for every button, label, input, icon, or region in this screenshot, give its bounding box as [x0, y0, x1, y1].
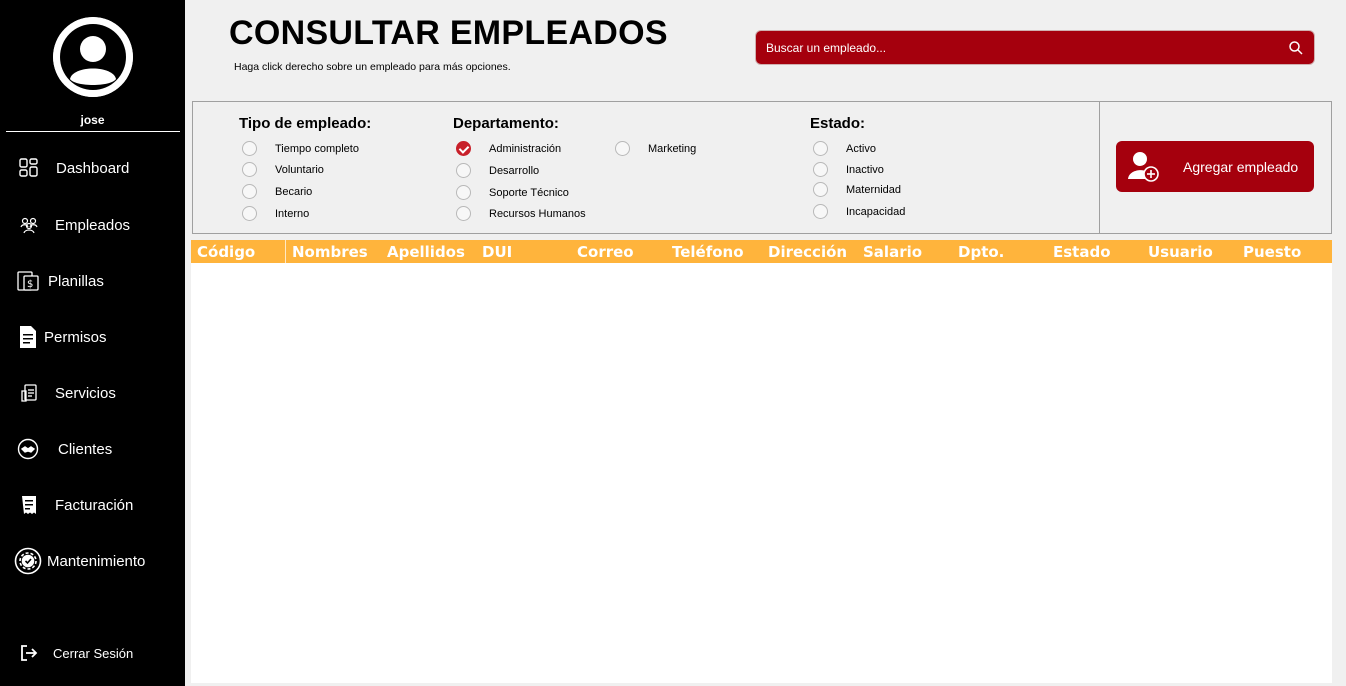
- radio-label: Inactivo: [846, 163, 884, 176]
- radio-label: Activo: [846, 142, 876, 155]
- column-header-direccion[interactable]: Dirección: [768, 243, 847, 261]
- radio-circle: [456, 163, 471, 178]
- add-user-icon: [1126, 149, 1160, 183]
- radio-circle: [813, 162, 828, 177]
- column-header-estado[interactable]: Estado: [1053, 243, 1111, 261]
- sidebar: jose Dashboard Empleados $ Planillas Per…: [0, 0, 185, 686]
- column-header-nombres[interactable]: Nombres: [292, 243, 368, 261]
- clipboard-icon: [18, 382, 40, 404]
- radio-estado-activo[interactable]: Activo: [813, 141, 876, 156]
- column-header-correo[interactable]: Correo: [577, 243, 634, 261]
- radio-label: Desarrollo: [489, 164, 540, 177]
- radio-circle: [813, 182, 828, 197]
- page-title: CONSULTAR EMPLEADOS: [229, 14, 668, 52]
- sidebar-item-facturacion[interactable]: Facturación: [0, 485, 185, 525]
- sidebar-item-permisos[interactable]: Permisos: [0, 317, 185, 357]
- payroll-icon: $: [17, 270, 39, 292]
- document-icon: [17, 326, 39, 348]
- radio-dept-soporte-tecnico[interactable]: Soporte Técnico: [456, 185, 569, 200]
- filter-title-departamento: Departamento:: [453, 115, 559, 132]
- column-header-dpto[interactable]: Dpto.: [958, 243, 1004, 261]
- sidebar-item-clientes[interactable]: Clientes: [0, 429, 185, 469]
- radio-label: Soporte Técnico: [489, 186, 569, 199]
- radio-circle: [615, 141, 630, 156]
- column-header-apellidos[interactable]: Apellidos: [387, 243, 465, 261]
- people-group-icon: [18, 214, 40, 236]
- search-input[interactable]: [766, 39, 1276, 57]
- radio-label: Incapacidad: [846, 205, 906, 218]
- logout-icon: [18, 642, 40, 664]
- radio-label: Interno: [275, 207, 310, 220]
- page-subtitle: Haga click derecho sobre un empleado par…: [234, 61, 511, 73]
- sidebar-item-label: Facturación: [55, 496, 134, 514]
- sidebar-item-dashboard[interactable]: Dashboard: [0, 148, 185, 188]
- search-icon[interactable]: [1288, 40, 1304, 56]
- sidebar-item-label: Mantenimiento: [47, 552, 146, 570]
- radio-circle: [456, 206, 471, 221]
- search-box: [755, 30, 1315, 65]
- sidebar-item-label: Dashboard: [56, 159, 130, 177]
- radio-circle: [242, 184, 257, 199]
- employees-table[interactable]: Código Nombres Apellidos DUI Correo Telé…: [191, 240, 1332, 683]
- sidebar-item-label: Permisos: [44, 328, 107, 346]
- radio-circle: [456, 185, 471, 200]
- column-header-codigo[interactable]: Código: [197, 243, 255, 261]
- radio-label: Voluntario: [275, 163, 324, 176]
- radio-dept-recursos-humanos[interactable]: Recursos Humanos: [456, 206, 586, 221]
- sidebar-item-empleados[interactable]: Empleados: [0, 205, 185, 245]
- logout-label: Cerrar Sesión: [53, 645, 134, 661]
- gear-check-icon: [14, 547, 42, 575]
- radio-label: Administración: [489, 142, 562, 155]
- invoice-icon: [18, 494, 40, 516]
- radio-label: Tiempo completo: [275, 142, 359, 155]
- add-employee-button[interactable]: Agregar empleado: [1116, 141, 1314, 192]
- username: jose: [80, 113, 105, 127]
- dashboard-grid-icon: [18, 157, 40, 179]
- radio-estado-incapacidad[interactable]: Incapacidad: [813, 204, 905, 219]
- radio-circle: [813, 141, 828, 156]
- sidebar-divider: [6, 131, 180, 132]
- radio-label: Marketing: [648, 142, 697, 155]
- column-separator: [285, 240, 286, 263]
- radio-estado-maternidad[interactable]: Maternidad: [813, 182, 901, 197]
- sidebar-item-label: Servicios: [55, 384, 116, 402]
- filter-panel: Tipo de empleado: Tiempo completo Volunt…: [192, 101, 1100, 234]
- radio-dept-marketing[interactable]: Marketing: [615, 141, 696, 156]
- radio-dept-desarrollo[interactable]: Desarrollo: [456, 163, 539, 178]
- radio-label: Becario: [275, 185, 313, 198]
- sidebar-item-label: Clientes: [58, 440, 113, 458]
- svg-text:$: $: [27, 279, 33, 290]
- sidebar-item-label: Planillas: [48, 272, 104, 290]
- radio-checked-icon: [456, 141, 471, 156]
- filter-title-tipo: Tipo de empleado:: [239, 115, 372, 132]
- radio-estado-inactivo[interactable]: Inactivo: [813, 162, 884, 177]
- radio-circle: [242, 162, 257, 177]
- column-header-usuario[interactable]: Usuario: [1148, 243, 1213, 261]
- sidebar-item-label: Empleados: [55, 216, 131, 234]
- column-header-telefono[interactable]: Teléfono: [672, 243, 744, 261]
- handshake-icon: [17, 438, 39, 460]
- sidebar-item-mantenimiento[interactable]: Mantenimiento: [0, 541, 185, 581]
- radio-circle: [242, 206, 257, 221]
- sidebar-item-planillas[interactable]: $ Planillas: [0, 261, 185, 301]
- column-header-dui[interactable]: DUI: [482, 243, 512, 261]
- column-header-salario[interactable]: Salario: [863, 243, 922, 261]
- column-header-puesto[interactable]: Puesto: [1243, 243, 1301, 261]
- radio-label: Maternidad: [846, 183, 902, 196]
- radio-dept-administracion[interactable]: Administración: [456, 141, 561, 156]
- radio-tipo-interno[interactable]: Interno: [242, 206, 309, 221]
- sidebar-item-servicios[interactable]: Servicios: [0, 373, 185, 413]
- radio-tipo-tiempo-completo[interactable]: Tiempo completo: [242, 141, 359, 156]
- logout-button[interactable]: Cerrar Sesión: [0, 633, 185, 673]
- table-header: Código Nombres Apellidos DUI Correo Telé…: [191, 240, 1332, 263]
- radio-label: Recursos Humanos: [489, 207, 586, 220]
- radio-circle: [242, 141, 257, 156]
- filter-title-estado: Estado:: [810, 115, 866, 132]
- add-employee-panel: Agregar empleado: [1099, 101, 1332, 234]
- user-avatar-icon: [53, 17, 133, 97]
- add-employee-label: Agregar empleado: [1183, 159, 1299, 175]
- radio-tipo-becario[interactable]: Becario: [242, 184, 312, 199]
- radio-circle: [813, 204, 828, 219]
- radio-tipo-voluntario[interactable]: Voluntario: [242, 162, 324, 177]
